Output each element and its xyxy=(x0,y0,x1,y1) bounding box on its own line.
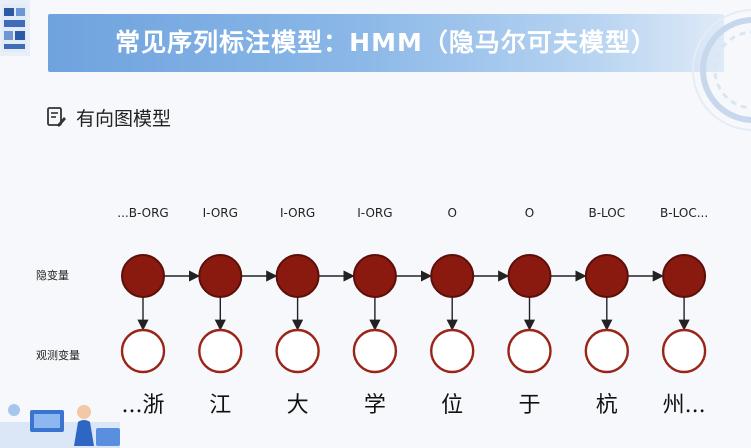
hidden-state-node xyxy=(275,254,320,298)
observed-node xyxy=(198,328,243,374)
document-edit-icon xyxy=(47,107,66,127)
title-banner: 常见序列标注模型：HMM（隐马尔可夫模型） xyxy=(48,14,724,72)
hidden-state-node xyxy=(430,254,475,298)
observed-node xyxy=(584,328,629,374)
observed-node xyxy=(661,328,707,374)
observed-node xyxy=(120,328,166,374)
hidden-state-node xyxy=(662,254,707,298)
observed-character: 州... xyxy=(662,393,706,418)
hidden-state-node xyxy=(507,254,552,298)
observed-node xyxy=(507,328,552,374)
logo xyxy=(0,0,30,56)
state-tag: B-LOC... xyxy=(660,206,709,220)
observed-node xyxy=(275,328,320,374)
hidden-state-node xyxy=(584,254,629,298)
ring-decoration xyxy=(692,9,751,131)
hidden-state-node xyxy=(121,254,165,298)
hidden-state-node xyxy=(352,254,397,298)
illustration xyxy=(0,404,120,448)
section-heading: 有向图模型 xyxy=(46,104,171,130)
observed-node xyxy=(352,328,398,374)
section-title: 有向图模型 xyxy=(76,107,172,130)
hidden-state-node xyxy=(198,254,243,298)
observed-node xyxy=(430,328,475,374)
page-title: 常见序列标注模型：HMM（隐马尔可夫模型） xyxy=(115,28,657,57)
slide: 常见序列标注模型：HMM（隐马尔可夫模型） 有向图模型 隐变量 观测变量 ...… xyxy=(0,0,751,448)
